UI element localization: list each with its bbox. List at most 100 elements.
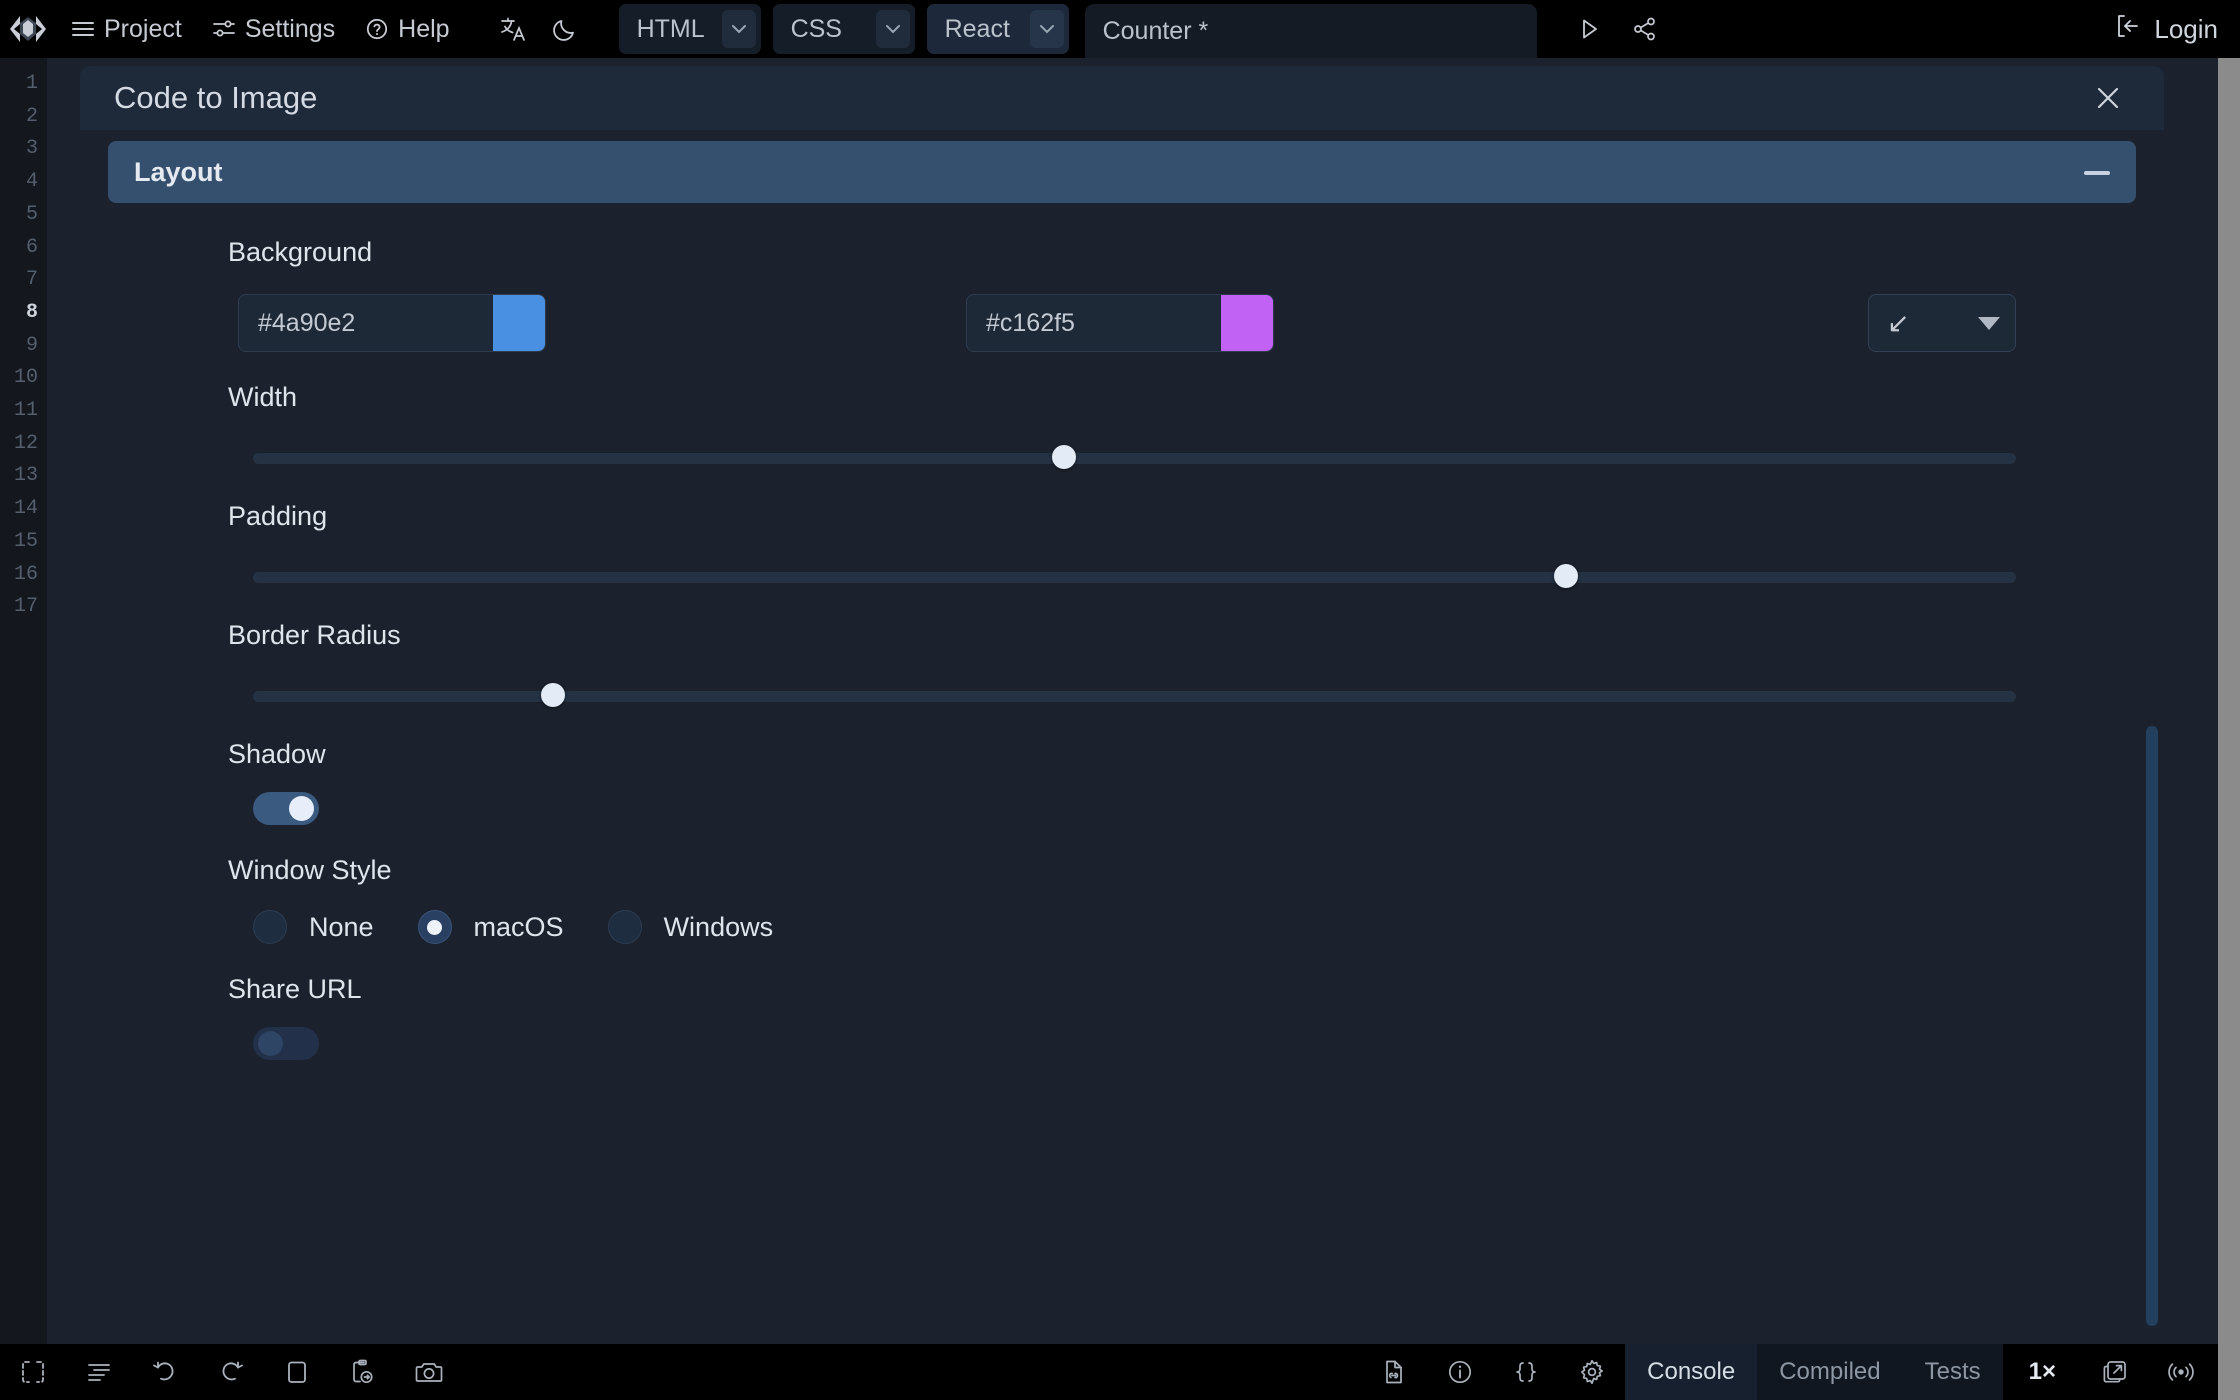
background-color1-swatch[interactable] [493, 295, 545, 351]
close-icon[interactable] [2088, 78, 2128, 118]
radio-icon[interactable] [608, 910, 642, 944]
top-toolbar: Project Settings Help HTML CSS [0, 0, 2240, 58]
border-radius-label: Border Radius [228, 620, 2164, 651]
menu-project-label: Project [104, 15, 182, 44]
chevron-down-icon[interactable] [1030, 10, 1064, 48]
window-style-option-none[interactable]: None [253, 910, 374, 944]
share-nodes-icon[interactable] [1619, 0, 1671, 58]
share-url-toggle[interactable] [253, 1027, 319, 1060]
line-number: 15 [0, 526, 47, 559]
chevron-down-icon[interactable] [722, 10, 756, 48]
login-button[interactable]: Login [2106, 13, 2240, 46]
line-number: 2 [0, 101, 47, 134]
tab-tests[interactable]: Tests [1903, 1344, 2003, 1400]
layout-section-header[interactable]: Layout [108, 141, 2136, 203]
window-style-option-windows[interactable]: Windows [608, 910, 774, 944]
width-slider-track[interactable] [253, 453, 2016, 464]
question-circle-icon [365, 17, 389, 41]
tab-console-label: Console [1647, 1358, 1735, 1386]
window-style-label: Window Style [228, 855, 2164, 886]
line-number: 12 [0, 428, 47, 461]
padding-slider-thumb[interactable] [1554, 564, 1578, 588]
background-color2-swatch[interactable] [1221, 295, 1273, 351]
language-select-react[interactable]: React [927, 4, 1069, 54]
dialog-header: Code to Image [80, 66, 2164, 130]
braces-icon[interactable] [1493, 1344, 1559, 1400]
border-radius-slider-thumb[interactable] [541, 683, 565, 707]
camera-icon[interactable] [396, 1344, 462, 1400]
arrow-down-left-icon: ↙ [1887, 310, 1910, 337]
share-url-toggle-knob [258, 1031, 283, 1056]
language-select-css-label: CSS [773, 15, 876, 44]
background-color2-input[interactable]: #c162f5 [966, 294, 1274, 352]
moon-icon[interactable] [539, 0, 591, 58]
background-row: #4a90e2 #c162f5 ↙ [80, 294, 2164, 352]
background-label: Background [228, 237, 2164, 268]
chevron-down-icon [1978, 317, 2000, 330]
dialog-scrollbar[interactable] [2146, 726, 2158, 1326]
window-style-radio-group: None macOS Windows [253, 910, 2164, 944]
share-url-label: Share URL [228, 974, 2164, 1005]
dialog-body: Background #4a90e2 #c162f5 ↙ Width [80, 203, 2164, 1060]
format-lines-icon[interactable] [66, 1344, 132, 1400]
tab-console[interactable]: Console [1625, 1344, 1757, 1400]
width-slider-thumb[interactable] [1052, 445, 1076, 469]
menu-settings[interactable]: Settings [197, 0, 350, 58]
project-title-input[interactable]: Counter * [1085, 4, 1538, 58]
menu-help[interactable]: Help [350, 0, 464, 58]
padding-slider-track[interactable] [253, 572, 2016, 583]
width-label: Width [228, 382, 2164, 413]
line-number: 16 [0, 559, 47, 592]
redo-icon[interactable] [198, 1344, 264, 1400]
line-number-gutter: 1 2 3 4 5 6 7 8 9 10 11 12 13 14 15 16 1… [0, 58, 47, 1378]
window-style-option-macos[interactable]: macOS [418, 910, 564, 944]
file-link-icon[interactable] [1361, 1344, 1427, 1400]
border-radius-slider-track[interactable] [253, 691, 2016, 702]
bottom-toolbar: Console Compiled Tests 1× [0, 1344, 2240, 1400]
menu-settings-label: Settings [245, 15, 335, 44]
line-number: 7 [0, 264, 47, 297]
line-number: 11 [0, 395, 47, 428]
menu-project[interactable]: Project [56, 0, 197, 58]
menu-help-label: Help [398, 15, 449, 44]
gradient-direction-select[interactable]: ↙ [1868, 294, 2016, 352]
padding-slider[interactable] [253, 564, 2016, 590]
clipboard-icon[interactable] [264, 1344, 330, 1400]
shadow-toggle[interactable] [253, 792, 319, 825]
window-style-option-windows-label: Windows [664, 912, 774, 943]
minus-icon[interactable] [2084, 158, 2110, 187]
tab-compiled[interactable]: Compiled [1757, 1344, 1902, 1400]
border-radius-slider[interactable] [253, 683, 2016, 709]
line-number: 3 [0, 133, 47, 166]
line-number: 5 [0, 199, 47, 232]
language-select-html-label: HTML [619, 15, 722, 44]
play-icon[interactable] [1563, 0, 1615, 58]
language-select-html[interactable]: HTML [619, 4, 761, 54]
open-external-icon[interactable] [2082, 1344, 2148, 1400]
chevron-down-icon[interactable] [876, 10, 910, 48]
translate-icon[interactable] [487, 0, 539, 58]
code-to-image-dialog: Code to Image Layout Background #4a90e2 … [80, 66, 2164, 1346]
page-scrollbar[interactable] [2218, 58, 2240, 1400]
radio-icon[interactable] [253, 910, 287, 944]
login-label: Login [2154, 14, 2218, 45]
selection-brackets-icon[interactable] [0, 1344, 66, 1400]
line-number: 17 [0, 591, 47, 624]
line-number: 10 [0, 362, 47, 395]
code-logo-icon[interactable] [0, 0, 56, 58]
undo-icon[interactable] [132, 1344, 198, 1400]
window-style-option-none-label: None [309, 912, 374, 943]
clipboard-paste-icon[interactable] [330, 1344, 396, 1400]
language-select-css[interactable]: CSS [773, 4, 915, 54]
line-number-current: 8 [0, 297, 47, 330]
broadcast-icon[interactable] [2148, 1344, 2214, 1400]
tab-compiled-label: Compiled [1779, 1358, 1880, 1386]
radio-selected-icon[interactable] [418, 910, 452, 944]
tab-tests-label: Tests [1925, 1358, 1981, 1386]
info-icon[interactable] [1427, 1344, 1493, 1400]
background-color1-input[interactable]: #4a90e2 [238, 294, 546, 352]
width-slider[interactable] [253, 445, 2016, 471]
playback-speed-button[interactable]: 1× [2003, 1358, 2082, 1386]
gear-icon[interactable] [1559, 1344, 1625, 1400]
shadow-label: Shadow [228, 739, 2164, 770]
